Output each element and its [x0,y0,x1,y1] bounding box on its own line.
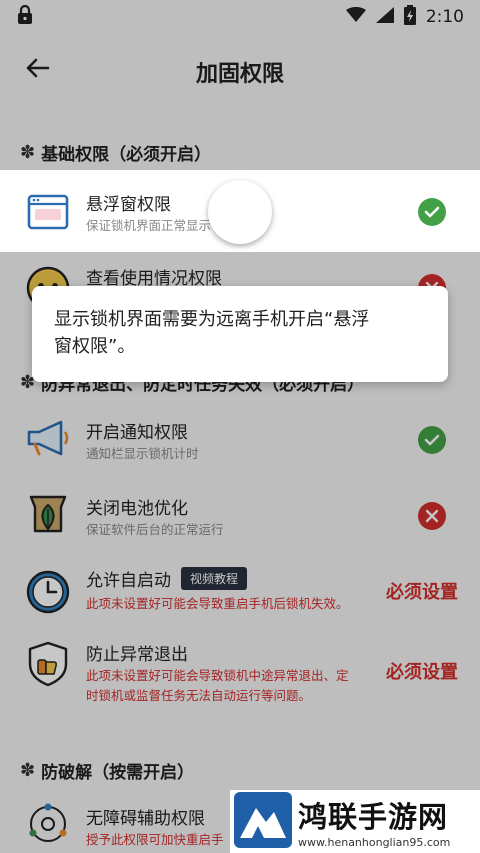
watermark-url: www.henanhonglian95.com [298,836,451,849]
dim-overlay[interactable] [0,0,480,853]
item-subtitle: 保证锁机界面正常显示 [86,218,212,233]
item-title: 悬浮窗权限 [86,195,171,215]
touch-indicator [208,180,272,244]
watermark-logo-icon [234,791,292,852]
status-ok-icon [418,198,446,226]
toast-line-2: 窗权限”。 [54,336,136,357]
toast-line-1: 显示锁机界面需要为远离手机开启“悬浮 [54,309,370,330]
watermark: 鸿联手游网 www.henanhonglian95.com [230,790,480,853]
toast-message: 显示锁机界面需要为远离手机开启“悬浮 窗权限”。 [32,286,448,382]
floating-window-icon [24,188,72,236]
watermark-title: 鸿联手游网 [298,800,449,834]
